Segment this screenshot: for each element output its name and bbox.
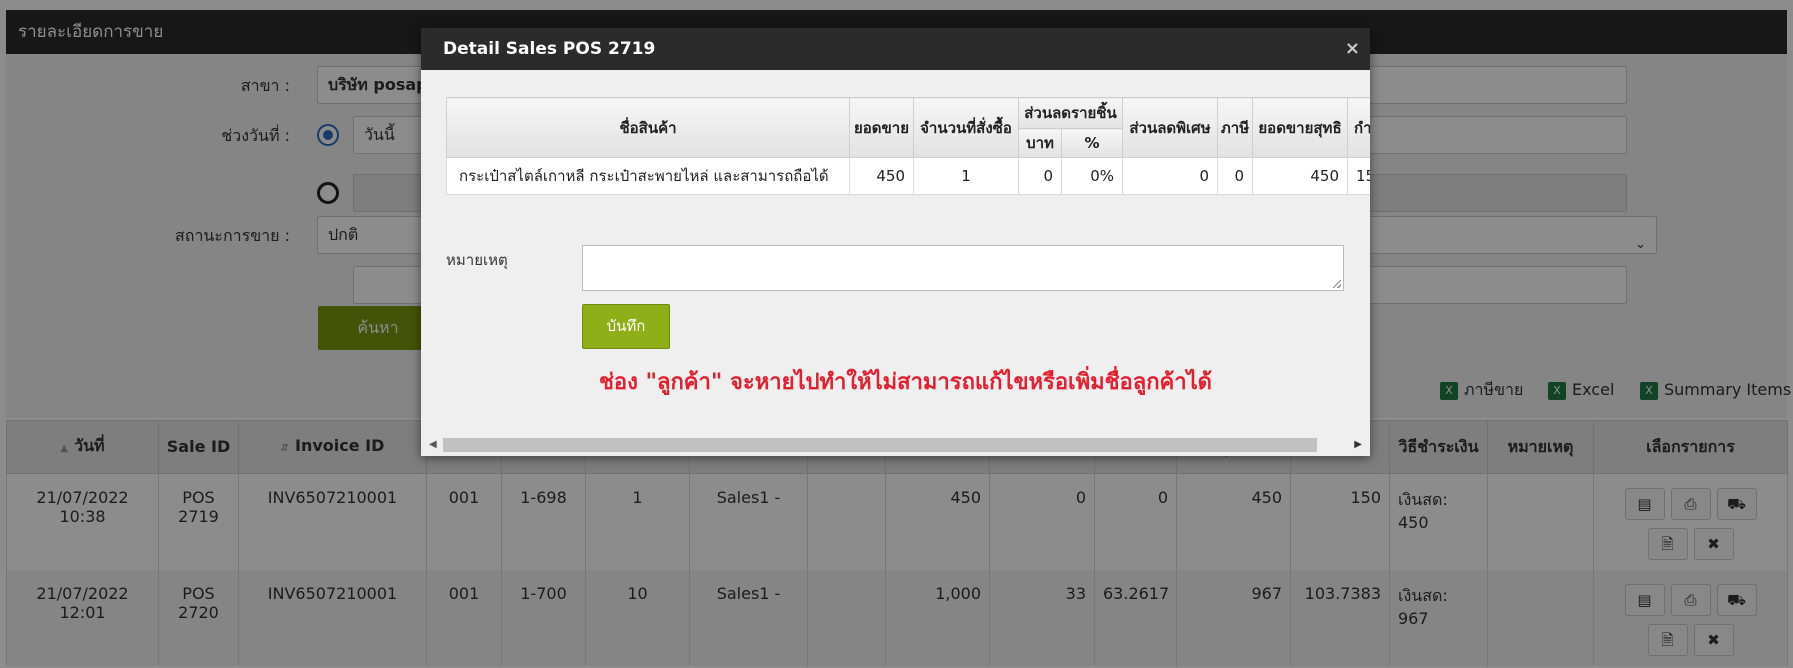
col-net: ยอดขายสุทธิ bbox=[1252, 97, 1348, 158]
modal-header: Detail Sales POS 2719 × bbox=[421, 28, 1370, 70]
cell-profit: 150 bbox=[1347, 157, 1370, 195]
cell-sales: 450 bbox=[849, 157, 914, 195]
scrollbar-thumb[interactable] bbox=[443, 438, 1317, 452]
sale-detail-modal: Detail Sales POS 2719 × ชื่อสินค้า ยอดขา… bbox=[421, 28, 1370, 456]
close-icon[interactable]: × bbox=[1345, 28, 1360, 70]
detail-row: กระเป๋าสไตล์เกาหลี กระเป๋าสะพายไหล่ และส… bbox=[446, 157, 1370, 195]
modal-title: Detail Sales POS 2719 bbox=[443, 39, 656, 59]
note-textarea[interactable] bbox=[582, 245, 1344, 291]
col-discount-baht: บาท bbox=[1018, 128, 1062, 158]
cell-discount-percent: 0% bbox=[1061, 157, 1123, 195]
col-discount-percent: % bbox=[1061, 128, 1123, 158]
scroll-left-icon[interactable]: ◀ bbox=[429, 439, 437, 450]
cell-tax: 0 bbox=[1217, 157, 1253, 195]
modal-body: ชื่อสินค้า ยอดขาย จำนวนที่สั่งซื้อ ส่วนล… bbox=[421, 70, 1370, 456]
resize-handle-icon[interactable] bbox=[1333, 280, 1341, 288]
col-product: ชื่อสินค้า bbox=[446, 97, 850, 158]
detail-table: ชื่อสินค้า ยอดขาย จำนวนที่สั่งซื้อ ส่วนล… bbox=[446, 97, 1370, 195]
col-special-discount: ส่วนลดพิเศษ bbox=[1122, 97, 1218, 158]
annotation-text: ช่อง "ลูกค้า" จะหายไปทำให้ไม่สามารถแก้ไข… bbox=[599, 370, 1212, 395]
col-sales: ยอดขาย bbox=[849, 97, 914, 158]
note-label: หมายเหตุ bbox=[446, 251, 508, 269]
col-profit: กำไร bbox=[1347, 97, 1370, 158]
detail-header-row: ชื่อสินค้า ยอดขาย จำนวนที่สั่งซื้อ ส่วนล… bbox=[446, 97, 1370, 158]
cell-special-discount: 0 bbox=[1122, 157, 1218, 195]
cell-product: กระเป๋าสไตล์เกาหลี กระเป๋าสะพายไหล่ และส… bbox=[446, 157, 850, 195]
cell-discount-baht: 0 bbox=[1018, 157, 1062, 195]
scroll-right-icon[interactable]: ▶ bbox=[1354, 439, 1362, 450]
save-button[interactable]: บันทึก bbox=[582, 304, 670, 349]
cell-net: 450 bbox=[1252, 157, 1348, 195]
cell-qty: 1 bbox=[913, 157, 1019, 195]
col-tax: ภาษี bbox=[1217, 97, 1253, 158]
col-qty: จำนวนที่สั่งซื้อ bbox=[913, 97, 1019, 158]
col-item-discount: ส่วนลดรายชิ้น bbox=[1018, 97, 1123, 129]
horizontal-scrollbar[interactable]: ◀ ▶ bbox=[421, 434, 1370, 456]
